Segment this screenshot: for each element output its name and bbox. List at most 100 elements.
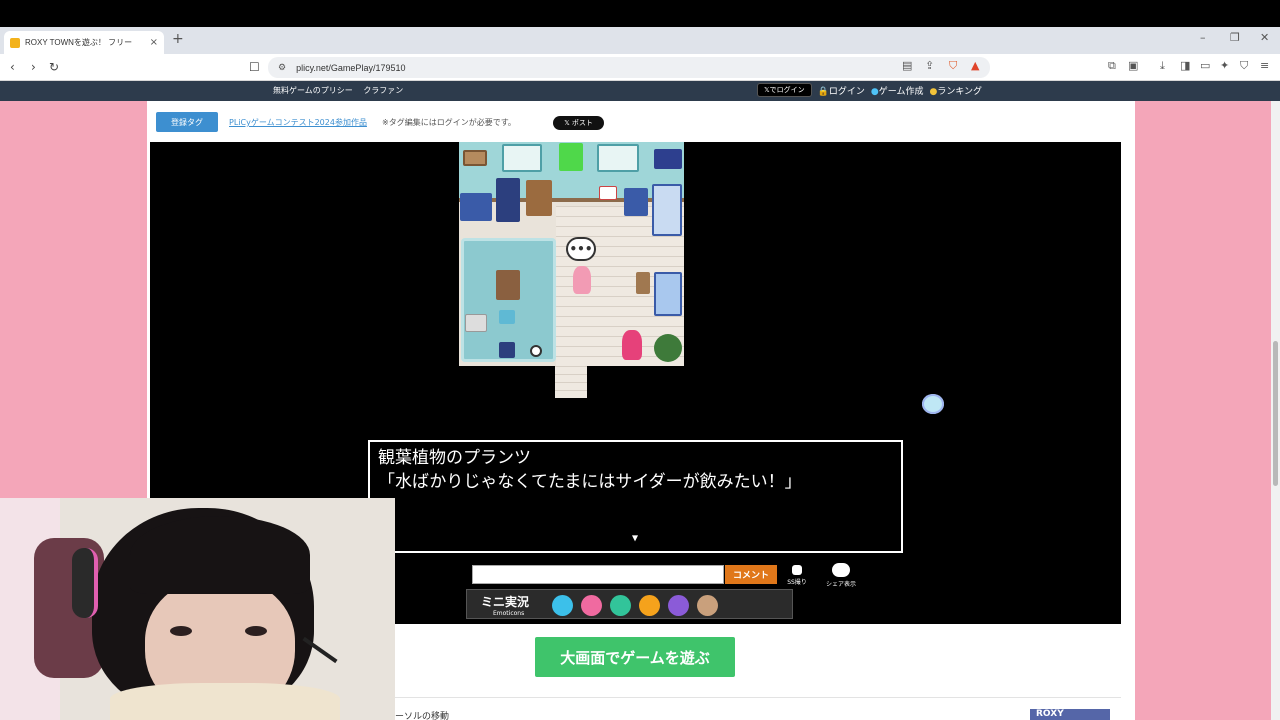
site-info-icon[interactable]: ⚙ [278, 62, 286, 73]
streamer-bangs [130, 516, 310, 594]
make-game-label: ゲーム作成 [878, 86, 924, 97]
window-left [502, 144, 542, 172]
nightstand [624, 188, 648, 216]
nav-link-home[interactable]: 無料ゲームのプリシー [273, 86, 353, 95]
vpn-icon[interactable]: ⛉ [1240, 59, 1248, 73]
dialog-text: 「水ばかりじゃなくてたまにはサイダーが飲みたい！」 [378, 472, 802, 492]
roxy-banner[interactable]: ROXY [1030, 709, 1110, 720]
menu-icon[interactable]: ≡ [1260, 59, 1269, 72]
sidebar-icon[interactable]: ◨ [1180, 59, 1190, 72]
minimize-button[interactable]: – [1200, 31, 1206, 44]
login-label: ログイン [828, 86, 865, 97]
left-eye [170, 626, 192, 636]
wall-picture [599, 186, 617, 200]
emoticon-shock-icon[interactable] [639, 595, 660, 616]
make-game-link[interactable]: ●ゲーム作成 [871, 84, 924, 97]
screenshot-label: SS撮り [787, 579, 807, 586]
chat-icon: ● [870, 86, 879, 97]
lock-icon: 🔒 [817, 86, 829, 97]
tag-edit-note: ※タグ編集にはログインが必要です。 [382, 118, 516, 127]
restore-button[interactable]: ❐ [1230, 31, 1240, 44]
comment-input[interactable] [472, 565, 724, 584]
soccer-ball [530, 345, 542, 357]
dresser [460, 193, 492, 221]
play-fullscreen-button[interactable]: 大画面でゲームを遊ぶ [535, 637, 735, 677]
emoticon-bar: ミニ実況 Emoticons [466, 589, 793, 619]
message-window[interactable]: 観葉植物のプランツ 「水ばかりじゃなくてたまにはサイダーが飲みたい！」 ▼ [368, 440, 903, 553]
screenshot-button[interactable]: SS撮り [786, 565, 808, 586]
share-display-label: シェア表示 [825, 581, 856, 588]
extensions-icon[interactable]: ⧉ [1108, 59, 1116, 73]
nav-link-crowdfunding[interactable]: クラファン [363, 86, 403, 95]
screenshot-icon[interactable]: ▣ [1128, 59, 1138, 72]
speech-bubble: ••• [566, 237, 596, 261]
wallet-icon[interactable]: ▭ [1200, 59, 1210, 72]
back-icon[interactable]: ‹ [10, 60, 15, 74]
potted-plant [654, 334, 682, 362]
emoticon-surprised-icon[interactable] [581, 595, 602, 616]
url-text: plicy.net/GamePlay/179510 [296, 62, 406, 73]
wall-poster [559, 143, 583, 171]
emoticon-neutral-icon[interactable] [697, 595, 718, 616]
webcam-overlay [0, 498, 395, 720]
tv-stand [496, 270, 520, 300]
scrollbar-thumb[interactable] [1273, 341, 1278, 486]
close-window-button[interactable]: ✕ [1260, 31, 1269, 44]
book-stack [499, 342, 515, 358]
share-display-button[interactable]: シェア表示 [822, 563, 860, 588]
browser-tabstrip: ROXY TOWNを遊ぶ！ フリー × [0, 27, 1280, 54]
browser-tab[interactable]: ROXY TOWNを遊ぶ！ フリー × [4, 31, 164, 54]
storage-box [465, 314, 487, 332]
continue-arrow-icon: ▼ [632, 533, 639, 544]
desk [654, 272, 682, 316]
share-icon[interactable]: ⇪ [925, 59, 934, 72]
page-scrollbar[interactable] [1271, 101, 1280, 720]
npc-character [622, 330, 642, 360]
dialog-speaker: 観葉植物のプランツ [378, 448, 531, 468]
emoticon-sad-icon[interactable] [668, 595, 689, 616]
comment-button[interactable]: コメント [725, 565, 777, 584]
wall-sign [463, 150, 487, 166]
emoticon-bar-sublabel: Emoticons [493, 610, 525, 617]
chair [636, 272, 650, 294]
headphone-icon [72, 548, 98, 618]
browser-toolbar: ‹ › ↻ ☐ ⚙ plicy.net/GamePlay/179510 ▤ ⇪ … [0, 54, 1280, 81]
player-character [573, 266, 591, 294]
favicon-icon [10, 37, 20, 48]
leo-icon[interactable]: ✦ [1220, 59, 1229, 72]
bed [652, 184, 682, 236]
reload-icon[interactable]: ↻ [49, 60, 59, 74]
floating-creature [922, 394, 944, 414]
right-eye [245, 626, 267, 636]
tab-title: ROXY TOWNを遊ぶ！ フリー [25, 38, 133, 47]
registered-tags-button[interactable]: 登録タグ [156, 112, 218, 132]
login-link[interactable]: 🔒ログイン [818, 84, 865, 97]
rewards-icon[interactable]: ▲ [971, 59, 979, 72]
speech-bubble-icon [832, 563, 850, 577]
tab-close-icon[interactable]: × [150, 37, 158, 48]
emoticon-laugh-icon[interactable] [610, 595, 631, 616]
camera-icon [792, 565, 802, 575]
screen: ROXY TOWNを遊ぶ！ フリー × + – ❐ ✕ ‹ › ↻ ☐ ⚙ pl… [0, 0, 1280, 720]
bookshelf [496, 178, 520, 222]
wall-pennant [654, 149, 682, 169]
download-icon[interactable]: ⤓ [1160, 59, 1165, 73]
new-tab-button[interactable]: + [172, 31, 184, 47]
contest-tag-link[interactable]: PLiCyゲームコンテスト2024参加作品 [229, 117, 367, 128]
ranking-link[interactable]: ●ランキング [929, 84, 982, 97]
shield-icon[interactable]: ⛉ [949, 59, 957, 73]
site-header: 無料ゲームのプリシー クラファン 𝕏でログイン 🔒ログイン ●ゲーム作成 ●ラン… [0, 81, 1280, 101]
controls-heading: ーソルの移動 [395, 712, 450, 720]
address-bar[interactable]: ⚙ plicy.net/GamePlay/179510 [268, 57, 990, 78]
cushion [499, 310, 515, 324]
window-right [597, 144, 639, 172]
section-divider [395, 697, 1121, 698]
x-post-button[interactable]: 𝕏 ポスト [553, 116, 604, 130]
emoticon-smile-icon[interactable] [552, 595, 573, 616]
forward-icon[interactable]: › [31, 60, 36, 74]
reader-icon[interactable]: ▤ [902, 59, 912, 72]
wardrobe [526, 180, 552, 216]
ranking-label: ランキング [937, 86, 983, 97]
bookmark-icon[interactable]: ☐ [249, 60, 260, 74]
x-login-button[interactable]: 𝕏でログイン [757, 83, 812, 97]
